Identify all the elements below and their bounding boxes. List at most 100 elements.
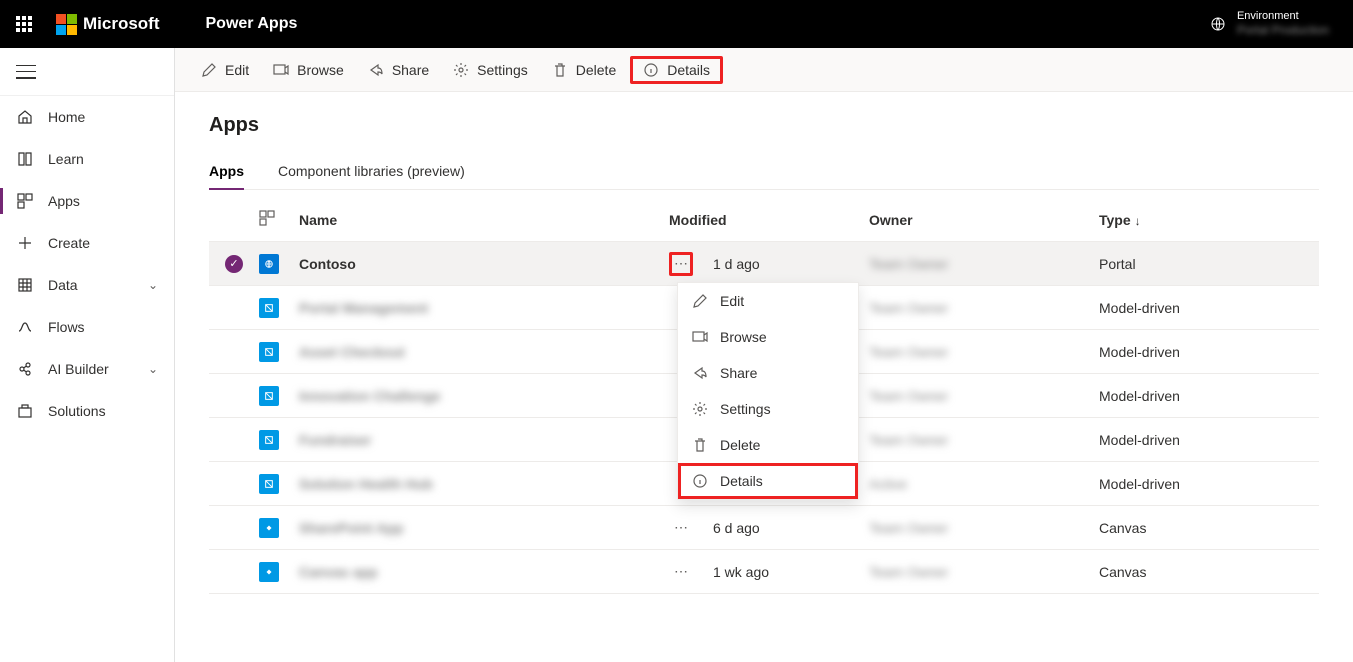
sidebar-item-home[interactable]: Home <box>0 96 174 138</box>
app-name[interactable]: Contoso <box>299 256 669 272</box>
ctx-label: Browse <box>720 329 767 345</box>
model-app-icon <box>259 386 279 406</box>
cmd-details[interactable]: Details <box>630 56 723 84</box>
col-header-name[interactable]: Name <box>299 212 669 228</box>
sidebar-item-data[interactable]: Data ⌄ <box>0 264 174 306</box>
cmd-label: Delete <box>576 62 616 78</box>
trash-icon <box>692 437 708 453</box>
col-header-modified[interactable]: Modified <box>669 212 869 228</box>
table-row[interactable]: SharePoint App⋯ 6 d ago Team OwnerCanvas <box>209 506 1319 550</box>
ctx-browse[interactable]: Browse <box>678 319 858 355</box>
app-name[interactable]: Solution Health Hub <box>299 476 669 492</box>
cmd-label: Share <box>392 62 429 78</box>
app-name[interactable]: Fundraiser <box>299 432 669 448</box>
type-value: Model-driven <box>1099 344 1319 360</box>
cmd-settings[interactable]: Settings <box>443 56 538 84</box>
sidebar-item-label: AI Builder <box>48 361 109 377</box>
canvas-app-icon <box>259 562 279 582</box>
cmd-share[interactable]: Share <box>358 56 439 84</box>
shell: Home Learn Apps Create Data ⌄ Flows AI B… <box>0 48 1353 662</box>
type-value: Model-driven <box>1099 388 1319 404</box>
canvas-app-icon <box>259 518 279 538</box>
cmd-label: Settings <box>477 62 528 78</box>
page-body: Apps Apps Component libraries (preview) … <box>175 92 1353 662</box>
sidebar-item-create[interactable]: Create <box>0 222 174 264</box>
sidebar: Home Learn Apps Create Data ⌄ Flows AI B… <box>0 48 175 662</box>
cmd-edit[interactable]: Edit <box>191 56 259 84</box>
owner-value: Team Owner <box>869 388 1099 404</box>
owner-value: Active <box>869 476 1099 492</box>
ctx-edit[interactable]: Edit <box>678 283 858 319</box>
tab-component-libraries[interactable]: Component libraries (preview) <box>278 163 465 189</box>
model-app-icon <box>259 474 279 494</box>
app-name[interactable]: SharePoint App <box>299 520 669 536</box>
apps-icon <box>16 192 34 210</box>
ctx-label: Delete <box>720 437 760 453</box>
app-launcher-button[interactable] <box>8 8 40 40</box>
solutions-icon <box>16 402 34 420</box>
info-icon <box>643 62 659 78</box>
sidebar-item-ai-builder[interactable]: AI Builder ⌄ <box>0 348 174 390</box>
type-value: Model-driven <box>1099 300 1319 316</box>
type-value: Model-driven <box>1099 476 1319 492</box>
ctx-delete[interactable]: Delete <box>678 427 858 463</box>
app-name[interactable]: Portal Management <box>299 300 669 316</box>
ctx-share[interactable]: Share <box>678 355 858 391</box>
ctx-details[interactable]: Details <box>678 463 858 499</box>
row-more-button[interactable]: ⋯ <box>669 252 693 276</box>
sidebar-item-label: Create <box>48 235 90 251</box>
sidebar-item-label: Apps <box>48 193 80 209</box>
type-value: Portal <box>1099 256 1319 272</box>
environment-icon <box>1209 15 1227 33</box>
selected-check-icon[interactable]: ✓ <box>225 255 243 273</box>
sidebar-item-label: Learn <box>48 151 84 167</box>
browse-icon <box>692 329 708 345</box>
sidebar-item-flows[interactable]: Flows <box>0 306 174 348</box>
table-row[interactable]: ✓Contoso⋯1 d agoTeam OwnerPortalEditBrow… <box>209 242 1319 286</box>
hamburger-button[interactable] <box>16 65 36 79</box>
sidebar-item-label: Home <box>48 109 85 125</box>
ctx-settings[interactable]: Settings <box>678 391 858 427</box>
sidebar-item-solutions[interactable]: Solutions <box>0 390 174 432</box>
cmd-label: Edit <box>225 62 249 78</box>
tab-apps[interactable]: Apps <box>209 163 244 189</box>
topbar-left: Microsoft Power Apps <box>8 8 297 40</box>
info-icon <box>692 473 708 489</box>
ctx-label: Share <box>720 365 757 381</box>
app-name[interactable]: Canvas app <box>299 564 669 580</box>
owner-value: Team Owner <box>869 256 1099 272</box>
app-name[interactable]: Innovation Challenge <box>299 388 669 404</box>
owner-value: Team Owner <box>869 432 1099 448</box>
row-more-button[interactable]: ⋯ <box>669 516 693 540</box>
main: Edit Browse Share Settings Delete Detail… <box>175 48 1353 662</box>
modified-value: 6 d ago <box>713 520 760 536</box>
sidebar-item-apps[interactable]: Apps <box>0 180 174 222</box>
ctx-label: Details <box>720 473 763 489</box>
apps-grid: Name Modified Owner Type↓ ✓Contoso⋯1 d a… <box>209 198 1319 594</box>
sidebar-item-label: Data <box>48 277 78 293</box>
microsoft-logo: Microsoft <box>56 14 160 35</box>
environment-value: Portal Production <box>1237 23 1329 37</box>
app-name[interactable]: Asset Checkout <box>299 344 669 360</box>
topbar: Microsoft Power Apps Environment Portal … <box>0 0 1353 48</box>
context-menu: Edit Browse Share Settings Delete Details <box>677 282 859 500</box>
owner-value: Team Owner <box>869 520 1099 536</box>
model-app-icon <box>259 430 279 450</box>
type-value: Canvas <box>1099 520 1319 536</box>
col-header-type[interactable]: Type↓ <box>1099 212 1319 228</box>
apps-icon <box>259 210 299 229</box>
sidebar-item-learn[interactable]: Learn <box>0 138 174 180</box>
browse-icon <box>273 62 289 78</box>
pencil-icon <box>692 293 708 309</box>
flow-icon <box>16 318 34 336</box>
environment-picker[interactable]: Environment Portal Production <box>1237 10 1329 38</box>
ctx-label: Edit <box>720 293 744 309</box>
product-name[interactable]: Power Apps <box>206 15 298 33</box>
owner-value: Team Owner <box>869 300 1099 316</box>
table-row[interactable]: Canvas app⋯1 wk agoTeam OwnerCanvas <box>209 550 1319 594</box>
row-more-button[interactable]: ⋯ <box>669 560 693 584</box>
cmd-delete[interactable]: Delete <box>542 56 626 84</box>
cmd-browse[interactable]: Browse <box>263 56 354 84</box>
col-header-owner[interactable]: Owner <box>869 212 1099 228</box>
owner-value: Team Owner <box>869 344 1099 360</box>
